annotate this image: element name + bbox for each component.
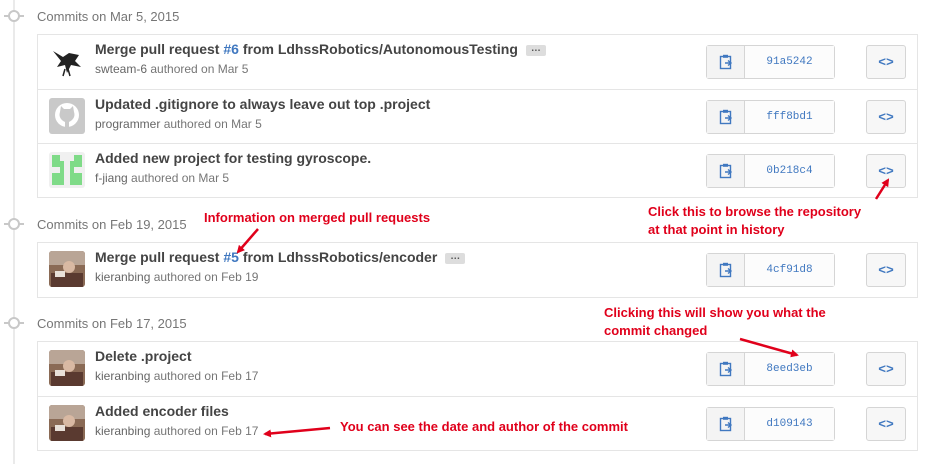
annotation-arrows (236, 178, 890, 438)
arrow-to-pr-link (236, 228, 259, 254)
arrow-to-browse-button (874, 178, 890, 200)
arrow-to-commit-meta (263, 426, 331, 438)
arrow-to-sha-link (739, 337, 799, 358)
